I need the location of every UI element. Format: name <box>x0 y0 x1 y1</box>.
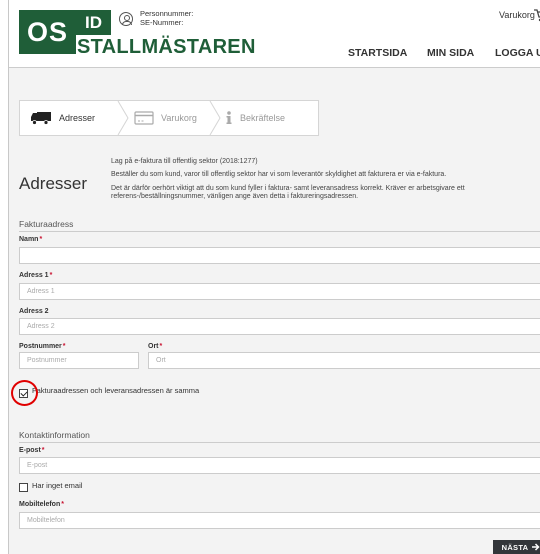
address2-field[interactable]: Adress 2 <box>19 318 540 335</box>
step-bekraftelse[interactable]: Bekräftelse <box>225 101 285 135</box>
address1-label: Adress 1* <box>19 272 53 279</box>
no-email-checkbox[interactable] <box>19 483 28 492</box>
cart-link[interactable]: Varukorg <box>499 10 535 20</box>
logo-id-text: ID <box>85 12 102 32</box>
step-bekraftelse-label: Bekräftelse <box>240 113 286 123</box>
credit-card-icon <box>134 111 154 125</box>
postal-field[interactable]: Postnummer <box>19 352 139 369</box>
no-email-label[interactable]: Har inget email <box>32 481 82 490</box>
same-address-label[interactable]: Fakturaadressen och leveransadressen är … <box>32 386 199 395</box>
step-adresser-label: Adresser <box>59 113 96 123</box>
billing-section-title: Fakturaadress <box>19 219 74 229</box>
checkout-stepper: Adresser Varukorg Bekräftelse <box>19 100 319 136</box>
billing-section-divider <box>19 231 540 232</box>
truck-icon <box>31 112 51 125</box>
step-adresser[interactable]: Adresser <box>30 101 95 135</box>
mobile-field[interactable]: Mobiltelefon <box>19 512 540 529</box>
user-icon[interactable] <box>119 12 133 26</box>
nav-startsida[interactable]: STARTSIDA <box>348 47 407 59</box>
email-field[interactable]: E-post <box>19 457 540 474</box>
nav-logga-ut[interactable]: LOGGA UT <box>495 47 540 59</box>
step-chevron-1 <box>117 101 129 135</box>
contact-section-divider <box>19 442 540 443</box>
intro-line-2: Beställer du som kund, varor till offent… <box>111 171 447 178</box>
next-button-label: NÄSTA <box>501 542 529 552</box>
city-label: Ort* <box>148 343 163 350</box>
personnummer-label: Personnummer: <box>140 9 194 18</box>
next-button[interactable]: NÄSTA <box>493 540 540 554</box>
intro-line-4: referens-/beställningsnummer, vänligen a… <box>111 193 359 200</box>
cart-icon[interactable] <box>533 8 540 25</box>
email-label: E-post* <box>19 447 45 454</box>
logo-id[interactable]: ID <box>76 10 111 35</box>
highlight-circle <box>11 380 38 406</box>
intro-law: Lag på e-faktura till offentlig sektor (… <box>111 158 258 165</box>
postal-label: Postnummer* <box>19 343 66 350</box>
arrow-right-icon <box>532 543 540 551</box>
page-frame: OS ID Personnummer: SE-Nummer: STALLMÄST… <box>8 0 540 554</box>
step-varukorg-label: Varukorg <box>161 113 197 123</box>
nav-min-sida[interactable]: MIN SIDA <box>427 47 474 59</box>
brand-name: STALLMÄSTAREN <box>77 36 256 58</box>
contact-section-title: Kontaktinformation <box>19 430 90 440</box>
logo-os-text: OS <box>26 16 68 47</box>
name-field[interactable] <box>19 247 540 264</box>
step-varukorg[interactable]: Varukorg <box>134 101 197 135</box>
address2-label: Adress 2 <box>19 308 49 315</box>
content-background <box>9 68 540 554</box>
info-icon <box>226 111 232 124</box>
se-nummer-label: SE-Nummer: <box>140 18 184 27</box>
name-label: Namn* <box>19 236 43 243</box>
city-field[interactable]: Ort <box>148 352 540 369</box>
mobile-label: Mobiltelefon* <box>19 501 64 508</box>
page-title: Adresser <box>19 174 88 193</box>
logo-os[interactable]: OS <box>19 10 76 54</box>
address1-field[interactable]: Adress 1 <box>19 283 540 300</box>
step-chevron-2 <box>209 101 221 135</box>
